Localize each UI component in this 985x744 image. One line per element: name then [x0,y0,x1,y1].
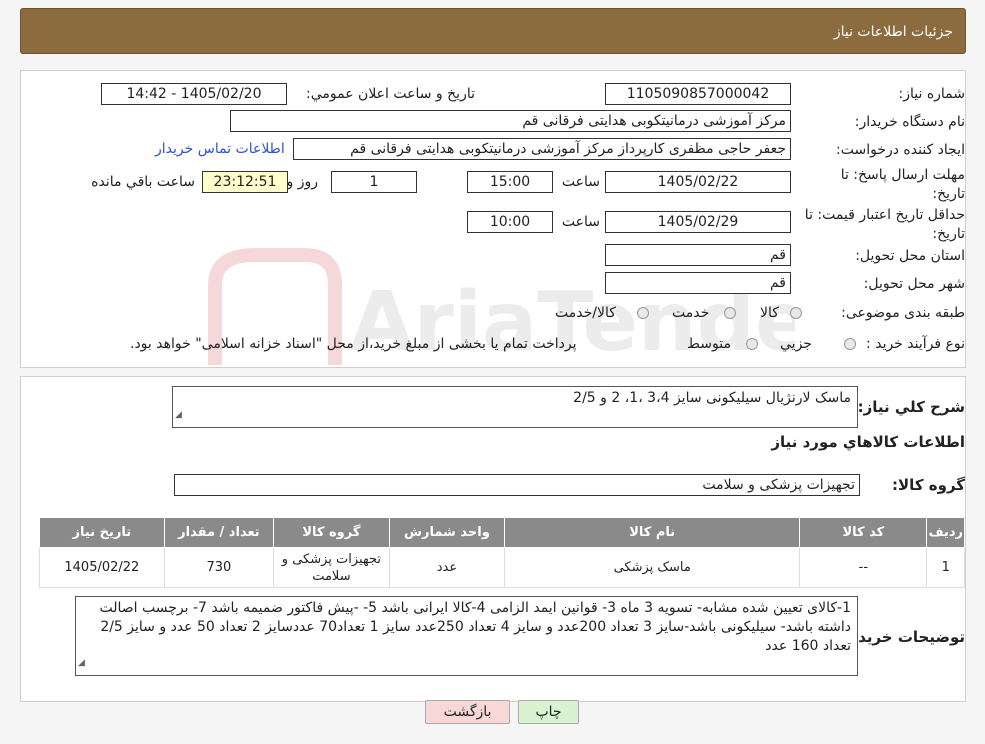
process-note: پرداخت تمام یا بخشی از مبلغ خرید،از محل … [130,336,577,352]
goods-table-header: ردیف کد کالا نام کالا واحد شمارش گروه کا… [39,517,965,548]
goods-table: ردیف کد کالا نام کالا واحد شمارش گروه کا… [39,517,965,588]
remaining-time-label: ساعت باقي مانده [91,174,195,190]
process-minor-radio[interactable] [844,338,856,350]
back-button[interactable]: بازگشت [425,700,510,724]
col-qty: تعداد / مقدار [163,517,275,548]
cell-row: 1 [926,547,965,588]
print-button[interactable]: چاپ [518,700,579,724]
category-goods-label: کالا [760,305,779,321]
goods-section-title: اطلاعات کالاهاي مورد نیاز [771,433,965,451]
page-header: جزئیات اطلاعات نیاز [20,8,966,54]
category-goods-radio[interactable] [790,307,802,319]
category-both-radio[interactable] [637,307,649,319]
deadline-time-field: 15:00 [467,171,553,193]
summary-field[interactable]: ماسک لارنژیال سیلیکونی سایز 3،4 ،1، 2 و … [172,386,858,428]
goods-group-field: تجهیزات پزشکی و سلامت [174,474,860,496]
col-group: گروه کالا [273,517,390,548]
cell-date: 1405/02/22 [39,547,165,588]
buyer-contact-link[interactable]: اطلاعات تماس خریدار [155,141,285,157]
cell-group: تجهیزات پزشکی و سلامت [273,547,390,588]
category-both-label: کالا/خدمت [555,305,616,321]
process-label: نوع فرآیند خرید : [866,336,965,352]
announce-field: 1405/02/20 - 14:42 [101,83,287,105]
category-label: طبقه بندی موضوعی: [841,305,965,321]
cell-qty: 730 [163,547,275,588]
province-field: قم [605,244,791,266]
deadline-label-line2: تاریخ: [932,186,965,202]
resize-grip-icon[interactable]: ◢ [78,654,85,673]
resize-grip-icon[interactable]: ◢ [175,406,182,425]
province-label: استان محل تحویل: [855,248,965,264]
need-number-field: 1105090857000042 [605,83,791,105]
deadline-time-word: ساعت [561,174,600,190]
validity-label: حداقل تاریخ اعتبار قیمت: تا تاریخ: [805,206,965,244]
deadline-label-line1: مهلت ارسال پاسخ: تا [840,167,965,183]
summary-text: ماسک لارنژیال سیلیکونی سایز 3،4 ،1، 2 و … [573,390,851,406]
process-minor-label: جزیي [780,336,812,352]
deadline-date-field: 1405/02/22 [605,171,791,193]
col-name: نام کالا [504,517,801,548]
cell-unit: عدد [388,547,506,588]
city-field: قم [605,272,791,294]
cell-code: -- [799,547,928,588]
category-service-label: خدمت [672,305,710,321]
validity-time-field: 10:00 [467,211,553,233]
buyer-org-field: مرکز آموزشی درمانیتکوبی هدایتی فرقانی قم [230,110,791,132]
col-code: کد کالا [799,517,928,548]
buyer-notes-text: 1-کالای تعیین شده مشابه- تسویه 3 ماه 3- … [99,600,851,654]
category-service-radio[interactable] [724,307,736,319]
validity-label-line1: حداقل تاریخ اعتبار قیمت: تا [804,207,965,223]
buyer-org-label: نام دستگاه خریدار: [854,114,965,130]
validity-label-line2: تاریخ: [932,226,965,242]
validity-date-field: 1405/02/29 [605,211,791,233]
city-label: شهر محل تحویل: [863,276,965,292]
col-row: ردیف [926,517,965,548]
validity-time-word: ساعت [561,214,600,230]
buyer-notes-field[interactable]: 1-کالای تعیین شده مشابه- تسویه 3 ماه 3- … [75,596,858,676]
table-row: 1 -- ماسک پزشکی عدد تجهیزات پزشکی و سلام… [39,547,965,588]
cell-name: ماسک پزشکی [504,547,801,588]
page-title: جزئیات اطلاعات نیاز [833,24,953,40]
deadline-label: مهلت ارسال پاسخ: تا تاریخ: [841,166,965,204]
process-medium-label: متوسط [687,336,731,352]
goods-group-label: گروه کالا: [892,476,965,494]
col-date: تاریخ نیاز [39,517,165,548]
col-unit: واحد شمارش [388,517,506,548]
requester-label: ایجاد کننده درخواست: [836,142,965,158]
announce-label: تاریخ و ساعت اعلان عمومي: [306,86,475,102]
day-and-label: روز و [286,174,319,190]
need-number-label: شماره نیاز: [898,86,966,102]
process-medium-radio[interactable] [746,338,758,350]
requester-field: جعفر حاجی مظفری کارپرداز مرکز آموزشی درم… [293,138,791,160]
summary-label: شرح کلي نیاز: [857,398,965,416]
days-field: 1 [331,171,417,193]
remaining-time-field: 23:12:51 [202,171,288,193]
